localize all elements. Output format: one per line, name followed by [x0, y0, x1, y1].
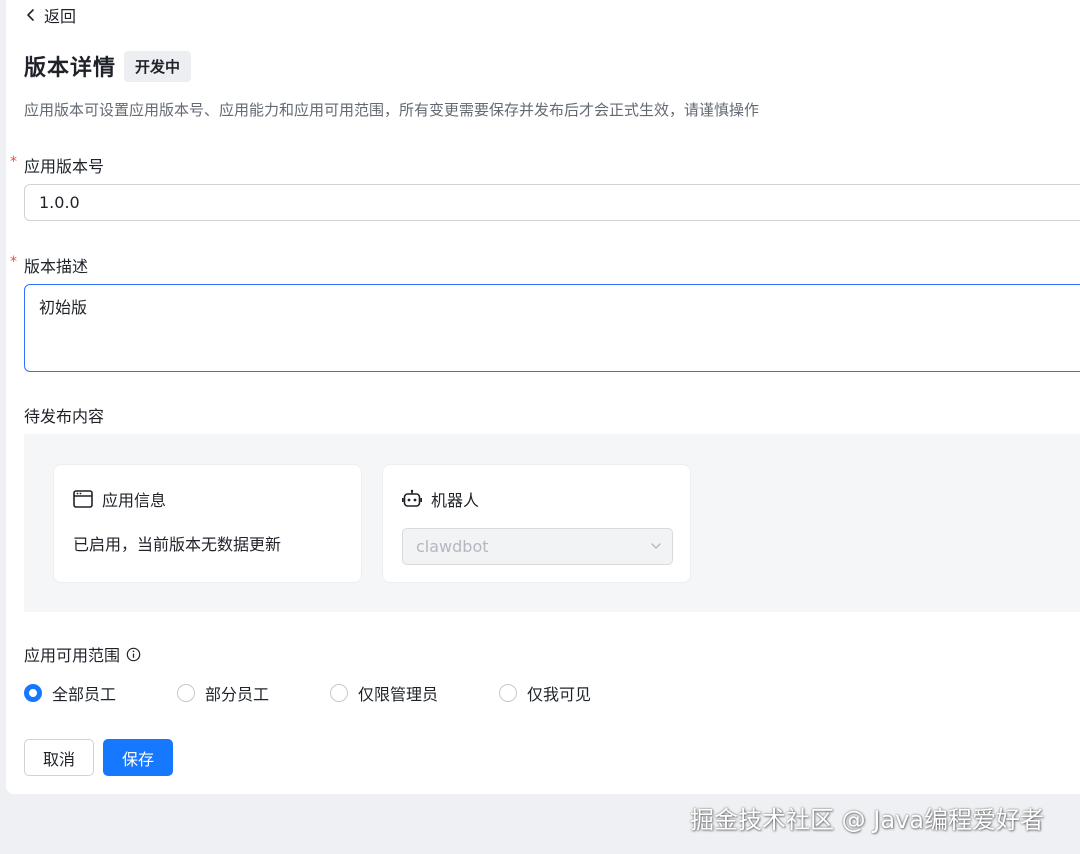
- scope-label: 应用可用范围: [24, 642, 141, 666]
- card-title: 应用信息: [102, 491, 167, 510]
- version-number-label: 应用版本号: [24, 157, 105, 176]
- app-info-card: 应用信息 已启用，当前版本无数据更新: [53, 464, 362, 583]
- page-description: 应用版本可设置应用版本号、应用能力和应用可用范围，所有变更需要保存并发布后才会正…: [24, 101, 760, 119]
- radio-button[interactable]: [499, 684, 517, 702]
- card-title: 机器人: [431, 491, 480, 510]
- info-icon[interactable]: [126, 647, 141, 662]
- pending-content-area: 应用信息 已启用，当前版本无数据更新 机器人 clawdbot: [24, 434, 1080, 612]
- version-desc-label: 版本描述: [24, 257, 89, 276]
- watermark-text: 掘金技术社区 @ Java编程爱好者: [690, 806, 1044, 834]
- back-link[interactable]: 返回: [24, 5, 77, 26]
- version-desc-textarea[interactable]: 初始版: [24, 284, 1080, 372]
- status-badge: 开发中: [124, 50, 192, 82]
- back-label: 返回: [44, 7, 77, 26]
- radio-option-admins-only[interactable]: 仅限管理员: [330, 682, 438, 704]
- chevron-down-icon: [651, 543, 661, 549]
- radio-label: 仅我可见: [527, 685, 592, 704]
- radio-label: 全部员工: [52, 685, 117, 704]
- pending-content-label: 待发布内容: [24, 407, 105, 426]
- card-header: 应用信息: [73, 487, 166, 511]
- radio-label: 部分员工: [205, 685, 270, 704]
- scope-label-text: 应用可用范围: [24, 646, 121, 665]
- page-title: 版本详情: [24, 56, 117, 81]
- robot-select[interactable]: clawdbot: [402, 528, 673, 565]
- chevron-left-icon: [27, 9, 34, 21]
- required-mark: *: [10, 254, 17, 270]
- radio-label: 仅限管理员: [358, 685, 439, 704]
- radio-option-all-staff[interactable]: 全部员工: [24, 682, 116, 704]
- card-header: 机器人: [402, 487, 479, 511]
- card-status-text: 已启用，当前版本无数据更新: [73, 535, 282, 554]
- robot-select-value: clawdbot: [416, 537, 489, 556]
- radio-option-only-me[interactable]: 仅我可见: [499, 682, 591, 704]
- robot-card: 机器人 clawdbot: [382, 464, 691, 583]
- radio-button[interactable]: [330, 684, 348, 702]
- required-mark: *: [10, 154, 17, 170]
- radio-option-some-staff[interactable]: 部分员工: [177, 682, 269, 704]
- save-button[interactable]: 保存: [103, 739, 173, 776]
- cancel-button[interactable]: 取消: [24, 739, 94, 776]
- radio-button[interactable]: [24, 684, 42, 702]
- version-number-input[interactable]: 1.0.0: [24, 184, 1080, 221]
- robot-icon: [402, 489, 422, 507]
- window-icon: [73, 490, 93, 508]
- page-header: 版本详情 开发中: [24, 50, 192, 82]
- radio-button[interactable]: [177, 684, 195, 702]
